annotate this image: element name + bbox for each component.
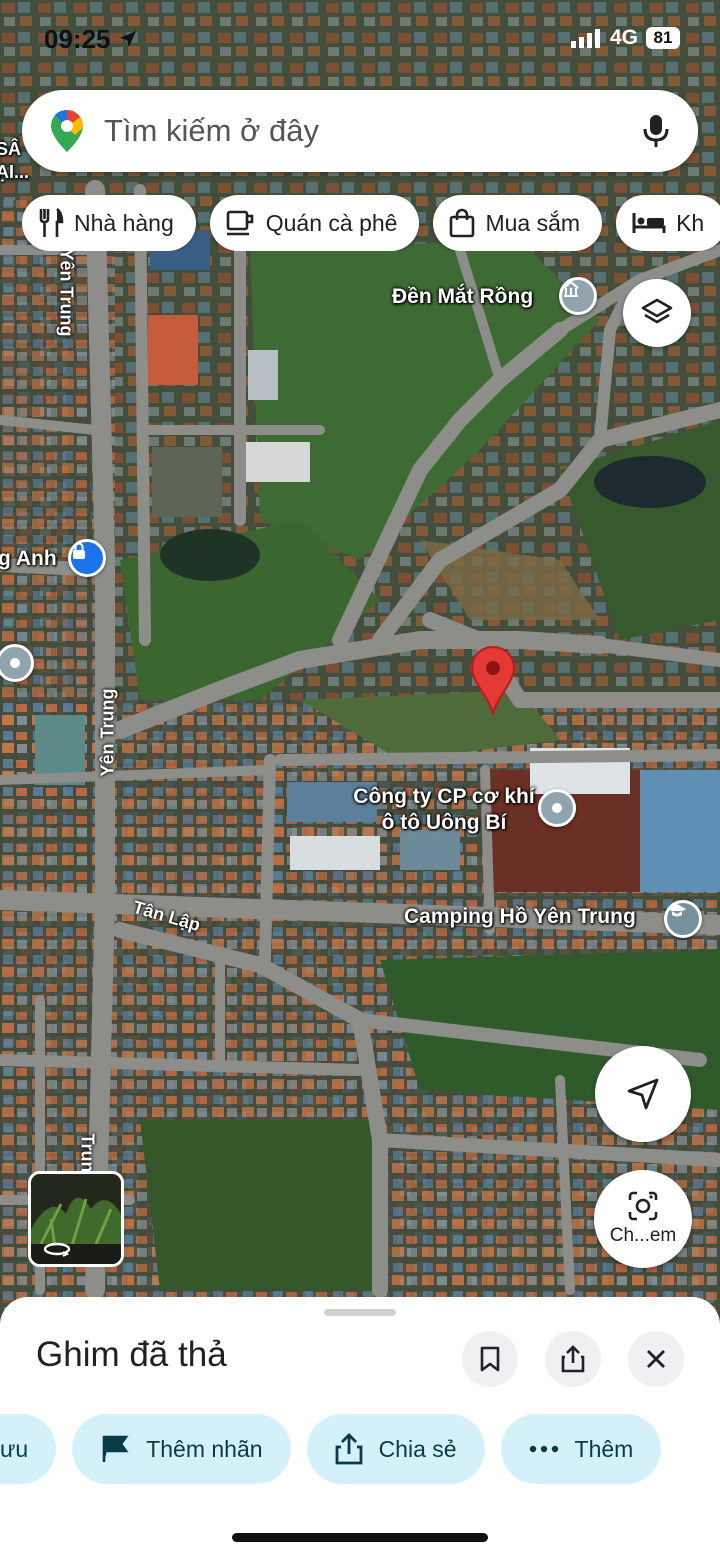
shopping-bag-icon (450, 208, 475, 238)
camera-button-label: Ch...em (609, 1225, 677, 1246)
location-arrow-icon (119, 31, 136, 47)
chip-label: Nhà hàng (74, 209, 174, 236)
action-buttons: ưu Thêm nhãn Chia sẻ Thêm (0, 1414, 720, 1484)
road-label-yen-trung-top: Yên Trung (56, 248, 77, 337)
save-action-button[interactable]: ưu (0, 1414, 57, 1484)
place-label-g-anh[interactable]: g Anh (0, 546, 57, 572)
company-poi-icon[interactable] (538, 789, 576, 827)
layers-icon (641, 298, 673, 324)
street-view-thumbnail[interactable] (28, 1171, 124, 1267)
close-icon (647, 1350, 665, 1368)
place-label-den-mat-rong[interactable]: Đền Mắt Rồng (392, 284, 533, 310)
place-label-cong-ty[interactable]: Công ty CP cơ khí ô tô Uông Bí (350, 784, 538, 837)
save-bookmark-button[interactable] (462, 1331, 518, 1387)
lock-poi-icon[interactable] (68, 539, 106, 577)
sheet-title: Ghim đã thả (36, 1335, 227, 1374)
share-icon-button[interactable] (545, 1331, 601, 1387)
restaurant-icon (39, 208, 64, 237)
home-indicator[interactable] (232, 1533, 488, 1542)
bed-icon (632, 213, 666, 233)
chip-label: Mua sắm (485, 209, 581, 236)
chip-label: Kh (676, 209, 705, 236)
chip-label: Quán cà phê (265, 209, 398, 236)
category-chips: Nhà hàng Quán cà phê Mua sắm Kh (22, 195, 720, 251)
share-icon (561, 1345, 585, 1373)
layers-button[interactable] (623, 279, 691, 347)
close-button[interactable] (628, 1331, 684, 1387)
share-action-button[interactable]: Chia sẻ (306, 1414, 485, 1484)
microphone-icon[interactable] (642, 113, 670, 149)
coffee-icon (226, 210, 254, 236)
chip-shopping[interactable]: Mua sắm (433, 195, 603, 251)
action-label: Thêm nhãn (146, 1435, 263, 1462)
place-label-camping[interactable]: Camping Hồ Yên Trung (404, 904, 636, 930)
action-label: Chia sẻ (378, 1435, 457, 1462)
rotate-360-icon (43, 1242, 71, 1257)
google-maps-logo-icon (51, 110, 83, 152)
road-label-yen-trung-mid: Yên Trung (97, 688, 118, 777)
temple-poi-icon[interactable] (559, 277, 597, 315)
sheet-drag-handle[interactable] (324, 1309, 396, 1316)
more-dots-icon (529, 1445, 558, 1453)
search-bar[interactable]: Tìm kiếm ở đây (22, 90, 698, 172)
place-bottom-sheet[interactable]: Ghim đã thả ưu Thêm nhãn Chia sẻ Thêm (0, 1297, 720, 1557)
signal-icon (570, 29, 600, 48)
more-action-button[interactable]: Thêm (500, 1414, 662, 1484)
lens-camera-icon (628, 1191, 658, 1221)
navigation-arrow-icon (627, 1078, 659, 1110)
chip-restaurants[interactable]: Nhà hàng (22, 195, 196, 251)
status-time: 09:25 (44, 24, 138, 55)
share-icon (335, 1433, 362, 1465)
add-label-button[interactable]: Thêm nhãn (72, 1414, 291, 1484)
search-input[interactable]: Tìm kiếm ở đây (104, 113, 642, 149)
flag-icon (102, 1435, 129, 1462)
chip-coffee[interactable]: Quán cà phê (209, 195, 420, 251)
battery-level: 81 (646, 27, 680, 49)
camera-search-button[interactable]: Ch...em (594, 1170, 692, 1268)
dropped-pin-icon[interactable] (470, 645, 516, 717)
action-label: Thêm (574, 1435, 634, 1462)
chip-hotels[interactable]: Kh (616, 195, 720, 251)
status-indicators: 4G 81 (570, 26, 680, 50)
network-type: 4G (609, 26, 638, 49)
bookmark-icon (480, 1346, 500, 1372)
school-poi-icon[interactable] (664, 900, 702, 938)
my-location-button[interactable] (595, 1046, 691, 1142)
action-label: ưu (0, 1435, 29, 1462)
